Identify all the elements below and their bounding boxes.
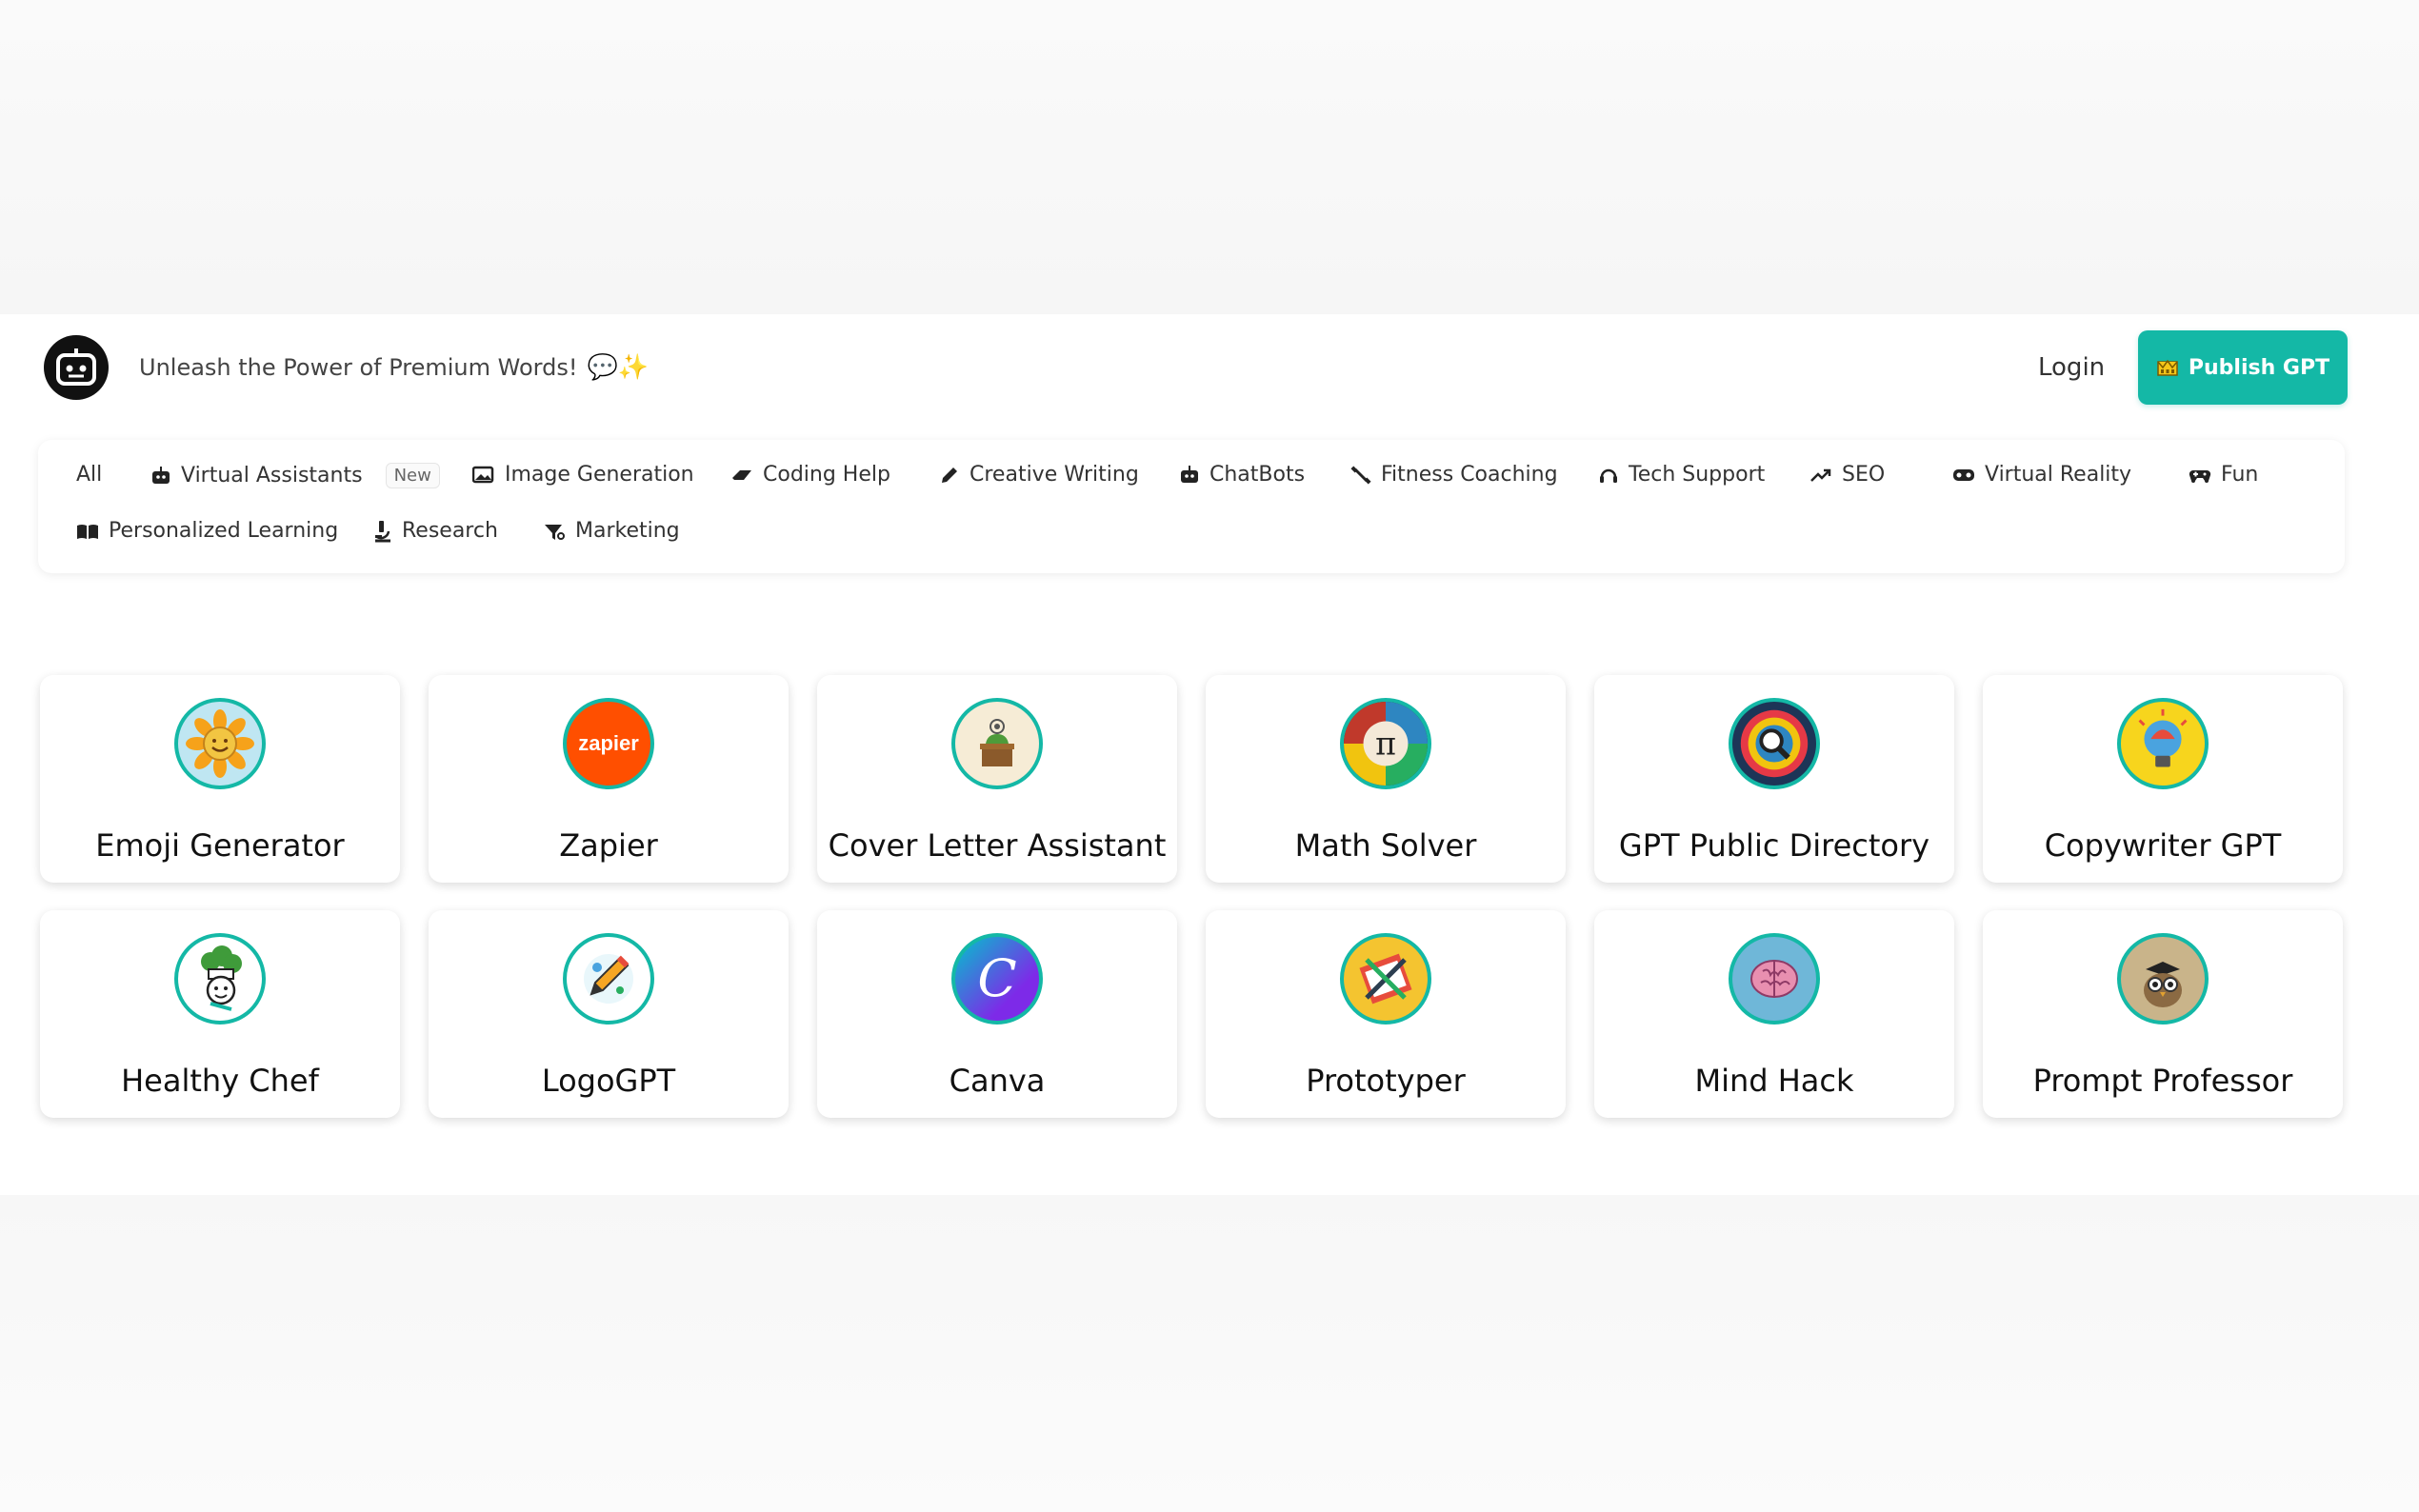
gpt-card-title: Prototyper [1306, 1063, 1466, 1099]
bottom-background [0, 1195, 2419, 1512]
category-label: Personalized Learning [109, 519, 339, 543]
tagline: Unleash the Power of Premium Words! 💬✨ [139, 350, 649, 385]
new-badge: New [385, 463, 440, 488]
svg-text:zapier: zapier [578, 731, 639, 755]
headset-icon [1600, 468, 1617, 483]
category-virtual-reality[interactable]: Virtual Reality [1952, 463, 2131, 487]
login-link[interactable]: Login [2038, 348, 2105, 387]
gpt-card-title: Canva [949, 1063, 1046, 1099]
gpt-card-healthy-chef[interactable]: Healthy Chef [40, 910, 400, 1118]
category-label: Creative Writing [970, 463, 1139, 487]
dumbbell-icon [1350, 465, 1371, 485]
category-research[interactable]: Research [371, 519, 498, 543]
robot-logo-icon[interactable] [44, 335, 109, 400]
robot-icon [152, 466, 170, 484]
svg-text:π: π [1375, 726, 1396, 763]
gpt-card-title: GPT Public Directory [1618, 827, 1930, 864]
category-filter-bar: All Virtual Assistants New Image Generat… [38, 440, 2345, 573]
category-marketing[interactable]: Marketing [543, 519, 680, 543]
category-all[interactable]: All [76, 463, 102, 487]
category-label: Virtual Reality [1985, 463, 2132, 487]
category-label: SEO [1842, 463, 1886, 487]
gpt-card-cover-letter-assistant[interactable]: Cover Letter Assistant [817, 675, 1177, 883]
category-label: Fitness Coaching [1381, 463, 1558, 487]
category-label: Research [402, 519, 498, 543]
image-icon [472, 466, 494, 483]
gpt-card-prompt-professor[interactable]: Prompt Professor [1983, 910, 2343, 1118]
category-personalized-learning[interactable]: Personalized Learning [76, 519, 338, 543]
category-seo[interactable]: SEO [1809, 463, 1885, 487]
microscope-icon [375, 520, 390, 542]
category-label: Virtual Assistants [181, 464, 363, 487]
gpt-card-emoji-generator[interactable]: Emoji Generator [40, 675, 400, 883]
robot-icon [1181, 465, 1198, 483]
gpt-card-gpt-public-directory[interactable]: GPT Public Directory [1594, 675, 1954, 883]
gpt-card-zapier[interactable]: zapier Zapier [429, 675, 789, 883]
pencil-logo-icon [563, 933, 654, 1025]
gpt-card-title: LogoGPT [541, 1063, 676, 1099]
category-virtual-assistants[interactable]: Virtual Assistants New [150, 463, 440, 488]
category-label: Marketing [575, 519, 680, 543]
category-tech-support[interactable]: Tech Support [1598, 463, 1765, 487]
crown-icon [2157, 359, 2178, 376]
canva-logo: C [951, 933, 1043, 1025]
gpt-card-mind-hack[interactable]: Mind Hack [1594, 910, 1954, 1118]
publish-gpt-button[interactable]: Publish GPT [2138, 330, 2348, 405]
category-label: Coding Help [763, 463, 890, 487]
letter-icon [951, 698, 1043, 789]
owl-icon [2117, 933, 2209, 1025]
top-background [0, 0, 2419, 314]
svg-text:C: C [977, 948, 1016, 1008]
zapier-logo: zapier [563, 698, 654, 789]
category-creative-writing[interactable]: Creative Writing [939, 463, 1139, 487]
trending-up-icon [1810, 468, 1831, 482]
gpt-card-math-solver[interactable]: π Math Solver [1206, 675, 1566, 883]
gamepad-icon [2189, 469, 2211, 483]
gpt-card-prototyper[interactable]: Prototyper [1206, 910, 1566, 1118]
category-fun[interactable]: Fun [2189, 463, 2258, 487]
category-chatbots[interactable]: ChatBots [1179, 463, 1305, 487]
tagline-text: Unleash the Power of Premium Words! [139, 354, 578, 381]
pencil-icon [942, 467, 957, 483]
magnifier-icon [1729, 698, 1820, 789]
category-label: Image Generation [505, 463, 694, 487]
speech-sparkle-icon: 💬✨ [587, 353, 650, 382]
gpt-card-canva[interactable]: C Canva [817, 910, 1177, 1118]
category-coding-help[interactable]: Coding Help [730, 463, 890, 487]
gpt-card-title: Mind Hack [1694, 1063, 1854, 1099]
sunflower-icon [174, 698, 266, 789]
book-icon [77, 524, 98, 539]
gpt-card-title: Cover Letter Assistant [828, 827, 1167, 864]
category-label: All [76, 463, 103, 487]
gpt-card-title: Emoji Generator [95, 827, 345, 864]
pi-icon: π [1340, 698, 1431, 789]
tools-icon [1340, 933, 1431, 1025]
category-label: ChatBots [1210, 463, 1306, 487]
gpt-card-title: Math Solver [1294, 827, 1477, 864]
gpt-card-copywriter-gpt[interactable]: Copywriter GPT [1983, 675, 2343, 883]
publish-gpt-label: Publish GPT [2188, 355, 2330, 380]
category-fitness-coaching[interactable]: Fitness Coaching [1350, 463, 1558, 487]
vr-headset-icon [1953, 468, 1974, 481]
brain-icon [1729, 933, 1820, 1025]
code-icon [732, 469, 751, 480]
gpt-card-logogpt[interactable]: LogoGPT [429, 910, 789, 1118]
gpt-card-title: Copywriter GPT [2044, 827, 2282, 864]
category-image-generation[interactable]: Image Generation [472, 463, 694, 487]
gpt-card-title: Zapier [559, 827, 658, 864]
category-label: Fun [2221, 463, 2259, 487]
category-label: Tech Support [1629, 463, 1766, 487]
lightbulb-icon [2117, 698, 2209, 789]
chef-broccoli-icon [174, 933, 266, 1025]
megaphone-icon [545, 524, 565, 540]
gpt-card-title: Prompt Professor [2032, 1063, 2293, 1099]
gpt-card-title: Healthy Chef [121, 1063, 319, 1099]
